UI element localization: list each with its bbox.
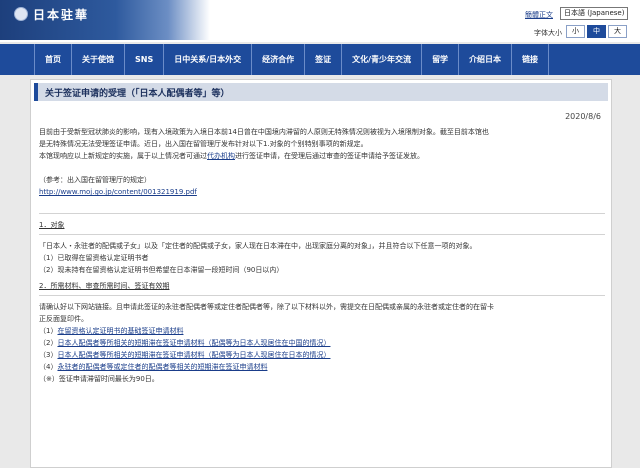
section-line: 「日本人・永驻者的配偶或子女」以及「定住者的配偶或子女，家人现在日本滞在中，出现… xyxy=(39,242,477,250)
section-heading-target: 1．对象 xyxy=(39,221,65,229)
nav-item-links[interactable]: 链接 xyxy=(512,44,550,75)
main-nav: 首页 关于使馆 SNS 日中关系/日本外交 经济合作 签证 文化/青少年交流 留… xyxy=(0,44,640,75)
divider xyxy=(39,213,605,214)
section-line: 请确认好以下网站链接。且申请此签证的永驻者配偶者等或定住者配偶者等，除了以下材料… xyxy=(39,303,494,311)
list-number: （2） xyxy=(39,339,58,347)
materials-link-2[interactable]: 日本人配偶者等所相关的短期滞在签证申请材料（配偶等为日本人现居住在中国的情况） xyxy=(57,339,330,347)
language-select[interactable]: 日本語 (Japanese) xyxy=(560,7,628,20)
divider xyxy=(39,234,605,235)
list-item: （3）日本人配偶者等所相关的短期滞在签证申请材料（配偶等为日本人现居住在日本的情… xyxy=(39,349,605,361)
nav-item-about-embassy[interactable]: 关于使馆 xyxy=(72,44,125,75)
list-number: （4） xyxy=(39,363,58,371)
nav-item-visa[interactable]: 签证 xyxy=(305,44,343,75)
section-line: 正反面复印件。 xyxy=(39,315,88,323)
nav-item-japan[interactable]: 介绍日本 xyxy=(459,44,513,75)
intro-text: 进行签证申请，在受理后通过审查的签证申请给予签证发放。 xyxy=(235,152,424,160)
divider xyxy=(39,295,605,296)
embassy-emblem-icon xyxy=(14,7,28,21)
font-size-large-button[interactable]: 大 xyxy=(608,25,627,38)
materials-link-3[interactable]: 日本人配偶者等所相关的短期滞在签证申请材料（配偶等为日本人现居住在日本的情况） xyxy=(57,351,330,359)
nav-item-culture[interactable]: 文化/青少年交流 xyxy=(342,44,423,75)
nav-item-economic[interactable]: 经济合作 xyxy=(252,44,306,75)
logo-text: 日本驻華 xyxy=(33,8,90,22)
list-number: （1） xyxy=(39,327,58,335)
materials-link-4[interactable]: 永驻者的配偶者等或定住者的配偶者等相关的短期滞在签证申请材料 xyxy=(57,363,267,371)
page-title: 关于签证申请的受理（「日本人配偶者等」等） xyxy=(34,83,608,101)
intro-line: 本馆现响应以上新规定的实施，属于以上情况者可通过代办机构进行签证申请，在受理后通… xyxy=(39,150,605,162)
font-size-label: 字体大小 xyxy=(534,29,562,37)
list-number: （3） xyxy=(39,351,58,359)
reference-label: （参考：出入国在留管理厅的规定） xyxy=(39,176,151,184)
materials-link-1[interactable]: 在留资格认定证明书的基础签证申请材料 xyxy=(57,327,183,335)
publish-date: 2020/8/6 xyxy=(565,112,601,121)
list-item: （2）日本人配偶者等所相关的短期滞在签证申请材料（配偶等为日本人现居住在中国的情… xyxy=(39,337,605,349)
font-size-medium-button[interactable]: 中 xyxy=(587,25,606,38)
reference-pdf-link[interactable]: http://www.moj.go.jp/content/001321919.p… xyxy=(39,188,197,196)
intro-line: 目前由于受新型冠状肺炎的影响，现有入境政策为入境日本前14日曾在中国境内滞留的人… xyxy=(39,128,489,136)
list-item: （1）在留资格认定证明书的基础签证申请材料 xyxy=(39,325,605,337)
section-heading-materials: 2．所需材料、审查所需时间、签证有效期 xyxy=(39,282,170,290)
font-size-small-button[interactable]: 小 xyxy=(566,25,585,38)
intro-line: 是无特殊情况无法受理签证申请。近日，出入国在留管理厅发布针对以下1.对象的个别特… xyxy=(39,140,368,148)
article-body: 目前由于受新型冠状肺炎的影响，现有入境政策为入境日本前14日曾在中国境内滞留的人… xyxy=(39,126,605,385)
section-line: （1）已取得在留资格认定证明书者 xyxy=(39,254,149,262)
nav-item-relations[interactable]: 日中关系/日本外交 xyxy=(164,44,253,75)
main-content: 关于签证申请的受理（「日本人配偶者等」等） 2020/8/6 目前由于受新型冠状… xyxy=(30,79,612,468)
agency-link[interactable]: 代办机构 xyxy=(207,152,235,160)
section-line: （2）现未持有在留资格认定证明书但希望在日本滞留一段短时间（90日以内） xyxy=(39,266,284,274)
site-logo[interactable]: 日本驻華 xyxy=(0,0,210,40)
footnote: （※）签证申请滞留时间最长为90日。 xyxy=(39,375,159,383)
nav-item-sns[interactable]: SNS xyxy=(125,44,165,75)
site-header: 日本驻華 簡體正文 日本語 (Japanese) 字体大小 小 中 大 xyxy=(0,0,640,42)
intro-text: 本馆现响应以上新规定的实施，属于以上情况者可通过 xyxy=(39,152,207,160)
nav-item-study[interactable]: 留学 xyxy=(422,44,460,75)
nav-item-home[interactable]: 首页 xyxy=(34,44,72,75)
simplified-chinese-link[interactable]: 簡體正文 xyxy=(525,10,553,20)
list-item: （4）永驻者的配偶者等或定住者的配偶者等相关的短期滞在签证申请材料 xyxy=(39,361,605,373)
